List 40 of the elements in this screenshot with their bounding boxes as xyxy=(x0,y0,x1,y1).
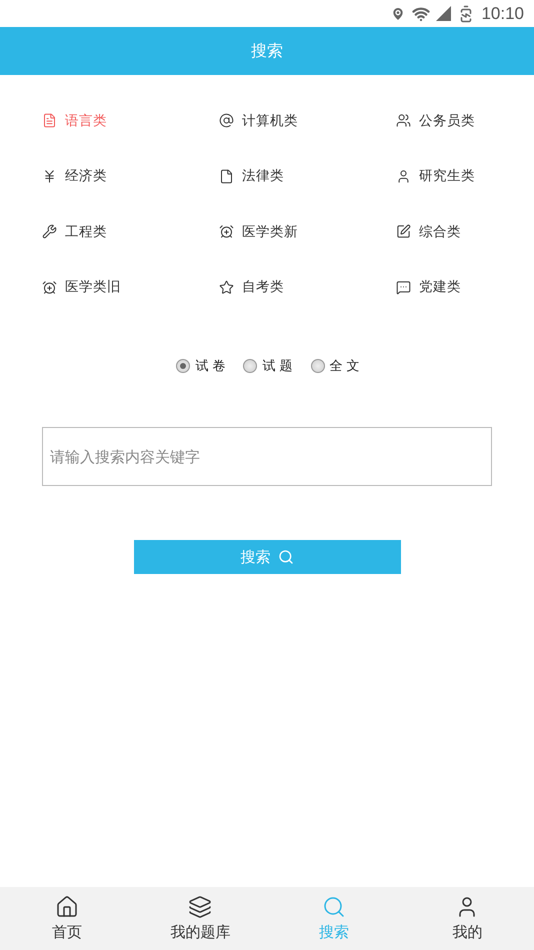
category-item[interactable]: 综合类 xyxy=(396,204,534,260)
category-item[interactable]: 工程类 xyxy=(42,204,219,260)
radio-button[interactable] xyxy=(243,359,258,373)
person-icon xyxy=(396,168,411,184)
home-icon xyxy=(54,895,79,919)
search-field[interactable]: 请输入搜索内容关键字 xyxy=(42,427,492,486)
search-icon xyxy=(322,895,346,919)
category-item[interactable]: 法律类 xyxy=(219,148,396,204)
clock-plus-icon xyxy=(219,224,234,240)
search-icon xyxy=(278,549,294,565)
edit-icon xyxy=(396,224,411,240)
radio-label: 试 题 xyxy=(262,358,293,375)
radio-label: 试 卷 xyxy=(195,358,226,375)
radio-label: 全 文 xyxy=(330,358,360,375)
chat-icon xyxy=(396,280,411,295)
clock-time: 10:10 xyxy=(481,4,524,24)
layers-icon xyxy=(188,895,212,919)
document-icon xyxy=(42,113,57,128)
clock-plus-icon xyxy=(42,280,57,295)
at-sign-icon xyxy=(219,113,234,128)
nav-tab[interactable]: 我的题库 xyxy=(134,887,267,950)
category-item[interactable]: 研究生类 xyxy=(396,148,534,204)
nav-tab[interactable]: 我的 xyxy=(400,887,534,950)
category-item[interactable]: 公务员类 xyxy=(396,93,534,148)
wifi-icon xyxy=(412,4,430,22)
star-icon xyxy=(219,280,234,295)
wrench-icon xyxy=(42,224,57,240)
category-item[interactable]: 自考类 xyxy=(219,260,396,315)
page-title: 搜索 xyxy=(251,40,283,62)
nav-tab[interactable]: 首页 xyxy=(0,887,134,950)
radio-button[interactable] xyxy=(176,359,190,373)
people-icon xyxy=(396,113,411,128)
signal-icon xyxy=(436,6,452,21)
category-item[interactable]: 计算机类 xyxy=(219,93,396,148)
category-item[interactable]: 党建类 xyxy=(396,260,534,315)
radio-button[interactable] xyxy=(310,359,325,373)
category-item[interactable]: 经济类 xyxy=(42,148,219,204)
category-item[interactable]: 医学类新 xyxy=(219,204,396,260)
page-icon xyxy=(219,168,234,184)
category-item[interactable]: 医学类旧 xyxy=(42,260,219,315)
